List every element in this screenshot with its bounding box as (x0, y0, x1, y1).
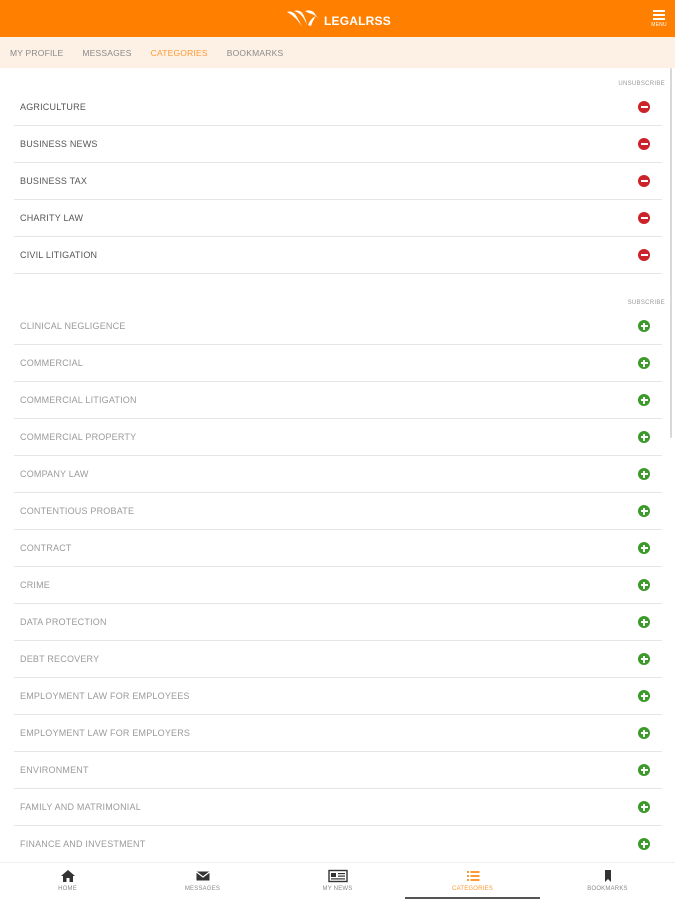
unsubscribe-icon[interactable] (638, 138, 650, 150)
category-label: AGRICULTURE (20, 102, 87, 112)
subscribe-icon[interactable] (638, 542, 650, 554)
category-label: COMMERCIAL (20, 358, 84, 368)
tab-label: MESSAGES (184, 886, 221, 892)
category-row[interactable]: AGRICULTURE (14, 89, 662, 126)
subnav-my-profile[interactable]: MY PROFILE (10, 48, 63, 58)
subscribe-icon[interactable] (638, 727, 650, 739)
subscribe-icon[interactable] (638, 838, 650, 850)
subnav-messages[interactable]: MESSAGES (82, 48, 131, 58)
category-label: BUSINESS TAX (20, 176, 88, 186)
subscribe-section-label: SUBSCRIBE (627, 300, 665, 306)
subscribe-icon[interactable] (638, 616, 650, 628)
category-label: DATA PROTECTION (20, 617, 107, 627)
category-label: EMPLOYMENT LAW FOR EMPLOYEES (20, 691, 190, 701)
tab-label: BOOKMARKS (587, 886, 628, 892)
category-label: ENVIRONMENT (20, 765, 89, 775)
tab-label: CATEGORIES (452, 886, 493, 892)
profile-subnav: MY PROFILE MESSAGES CATEGORIES BOOKMARKS (0, 37, 675, 68)
tab-label: HOME (58, 886, 77, 892)
tab-bookmarks[interactable]: BOOKMARKS (540, 863, 675, 900)
category-row[interactable]: CONTENTIOUS PROBATE (14, 493, 662, 530)
logo: LEGALRSS (286, 8, 391, 30)
unsubscribe-section-label: UNSUBSCRIBE (618, 81, 665, 87)
tab-label: MY NEWS (322, 886, 353, 892)
unsubscribe-icon[interactable] (638, 212, 650, 224)
bookmark-icon (604, 870, 611, 882)
newspaper-icon (327, 869, 348, 883)
tab-messages[interactable]: MESSAGES (135, 863, 270, 900)
tab-my-news[interactable]: MY NEWS (270, 863, 405, 900)
category-row[interactable]: BUSINESS TAX (14, 163, 662, 200)
category-row[interactable]: EMPLOYMENT LAW FOR EMPLOYERS (14, 715, 662, 752)
app-header: LEGALRSS MENU (0, 0, 675, 37)
category-row[interactable]: BUSINESS NEWS (14, 126, 662, 163)
subscribe-icon[interactable] (638, 468, 650, 480)
category-row[interactable]: ENVIRONMENT (14, 752, 662, 789)
category-label: COMPANY LAW (20, 469, 89, 479)
subscribe-icon[interactable] (638, 431, 650, 443)
subscribe-icon[interactable] (638, 320, 650, 332)
category-row[interactable]: CLINICAL NEGLIGENCE (14, 308, 662, 345)
category-label: CIVIL LITIGATION (20, 250, 98, 260)
category-row[interactable]: CHARITY LAW (14, 200, 662, 237)
bottom-tab-bar: HOME MESSAGES MY NEWS CATEGORIES BOOKMAR… (0, 862, 675, 900)
subnav-bookmarks[interactable]: BOOKMARKS (227, 48, 284, 58)
legalrss-logo-icon (287, 10, 319, 27)
category-label: CONTENTIOUS PROBATE (20, 506, 135, 516)
unsubscribe-icon[interactable] (638, 249, 650, 261)
category-row[interactable]: COMMERCIAL PROPERTY (14, 419, 662, 456)
subnav-categories[interactable]: CATEGORIES (151, 48, 208, 58)
category-row[interactable]: CRIME (14, 567, 662, 604)
subscribe-icon[interactable] (638, 394, 650, 406)
category-label: BUSINESS NEWS (20, 139, 98, 149)
hamburger-icon (651, 10, 667, 20)
category-label: FAMILY AND MATRIMONIAL (20, 802, 141, 812)
tab-categories[interactable]: CATEGORIES (405, 863, 540, 900)
category-row[interactable]: EMPLOYMENT LAW FOR EMPLOYEES (14, 678, 662, 715)
category-label: FINANCE AND INVESTMENT (20, 839, 146, 849)
category-label: CLINICAL NEGLIGENCE (20, 321, 126, 331)
category-row[interactable]: DATA PROTECTION (14, 604, 662, 641)
subscribe-icon[interactable] (638, 690, 650, 702)
subscribe-icon[interactable] (638, 764, 650, 776)
list-icon (466, 871, 479, 881)
category-row[interactable]: DEBT RECOVERY (14, 641, 662, 678)
subscribe-icon[interactable] (638, 801, 650, 813)
subscribe-icon[interactable] (638, 653, 650, 665)
category-row[interactable]: FINANCE AND INVESTMENT (14, 826, 662, 863)
tab-home[interactable]: HOME (0, 863, 135, 900)
category-label: COMMERCIAL LITIGATION (20, 395, 137, 405)
home-icon (60, 870, 75, 882)
category-row[interactable]: COMPANY LAW (14, 456, 662, 493)
subscribe-icon[interactable] (638, 357, 650, 369)
menu-label: MENU (651, 22, 667, 28)
subscribe-icon[interactable] (638, 505, 650, 517)
envelope-icon (195, 871, 210, 881)
category-label: COMMERCIAL PROPERTY (20, 432, 137, 442)
category-row[interactable]: CIVIL LITIGATION (14, 237, 662, 274)
subscribe-icon[interactable] (638, 579, 650, 591)
subscribed-category-list: AGRICULTURE BUSINESS NEWS BUSINESS TAX C… (14, 89, 662, 274)
brand-name: LEGALRSS (324, 14, 391, 28)
category-row[interactable]: CONTRACT (14, 530, 662, 567)
scrollbar[interactable] (670, 68, 672, 438)
menu-button[interactable]: MENU (651, 10, 667, 32)
available-category-list: CLINICAL NEGLIGENCE COMMERCIAL COMMERCIA… (14, 308, 662, 863)
category-row[interactable]: COMMERCIAL LITIGATION (14, 382, 662, 419)
category-row[interactable]: COMMERCIAL (14, 345, 662, 382)
category-label: DEBT RECOVERY (20, 654, 100, 664)
unsubscribe-icon[interactable] (638, 175, 650, 187)
category-label: CHARITY LAW (20, 213, 84, 223)
category-row[interactable]: FAMILY AND MATRIMONIAL (14, 789, 662, 826)
unsubscribe-icon[interactable] (638, 101, 650, 113)
category-label: EMPLOYMENT LAW FOR EMPLOYERS (20, 728, 191, 738)
category-label: CRIME (20, 580, 50, 590)
category-label: CONTRACT (20, 543, 72, 553)
